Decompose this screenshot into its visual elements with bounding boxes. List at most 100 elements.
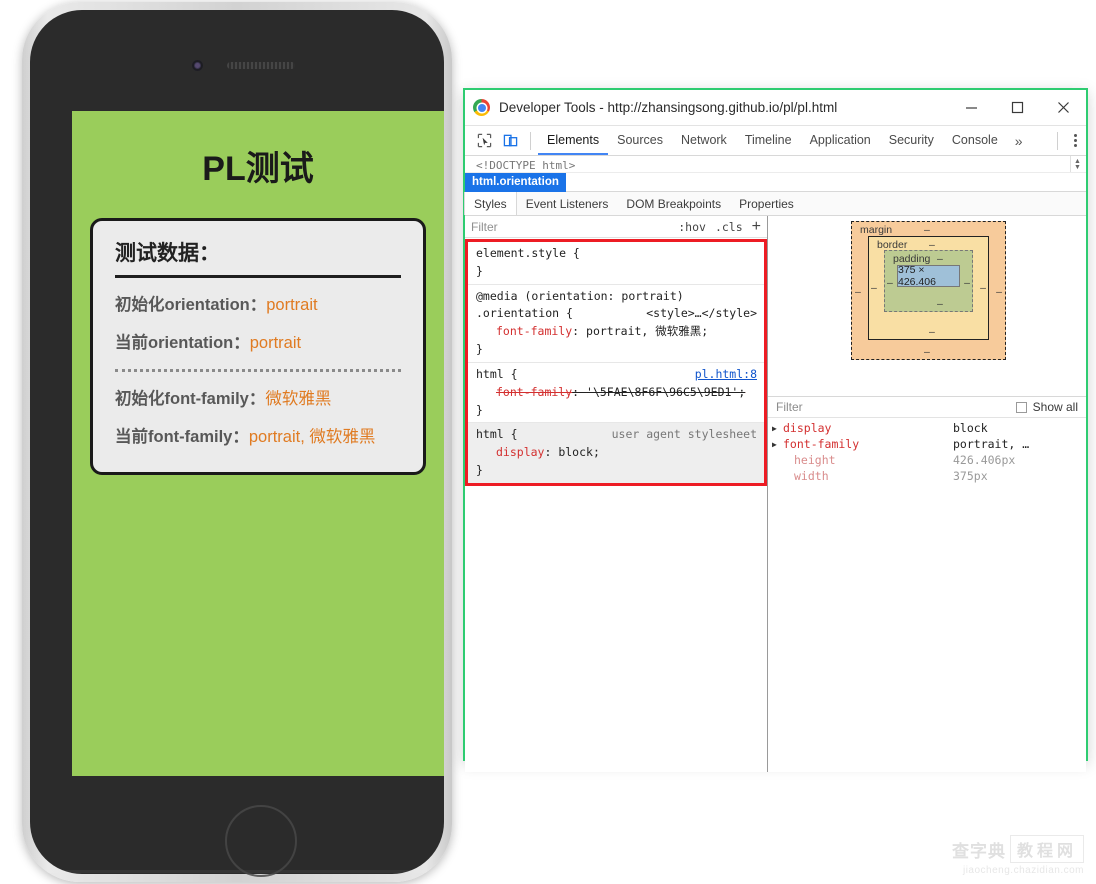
padding-top-value[interactable]: – — [937, 253, 943, 265]
computed-property-value: 426.406px — [953, 453, 1016, 467]
css-rule-orientation[interactable]: @media (orientation: portrait) .orientat… — [468, 285, 764, 363]
css-property-name: font-family — [496, 324, 573, 339]
devtools-toolbar: Elements Sources Network Timeline Applic… — [465, 126, 1086, 156]
maximize-button[interactable] — [994, 91, 1040, 125]
expand-triangle-icon[interactable]: ▶ — [772, 424, 783, 433]
computed-row-display[interactable]: ▶ display block — [768, 420, 1086, 436]
css-rule-html-author[interactable]: html { pl.html:8 font-family: '\5FAE\8F6… — [468, 363, 764, 424]
computed-properties-list: ▶ display block ▶ font-family portrait, … — [768, 420, 1086, 484]
margin-top-value[interactable]: – — [924, 224, 930, 236]
computed-property-value: portrait, … — [953, 437, 1030, 451]
card-heading: 测试数据： — [115, 242, 220, 265]
margin-left-value[interactable]: – — [855, 286, 861, 298]
more-tabs-chevron-icon[interactable]: » — [1007, 133, 1031, 149]
watermark-brand: 查字典 教程网 — [952, 835, 1084, 863]
new-style-rule-button[interactable]: + — [752, 218, 761, 234]
css-rule-element-style[interactable]: element.style { } — [468, 242, 764, 285]
margin-bottom-value[interactable]: – — [924, 346, 930, 358]
hov-toggle-button[interactable]: :hov — [678, 220, 706, 234]
css-closing-brace: } — [476, 402, 483, 417]
breadcrumb-item-html-orientation[interactable]: html.orientation — [465, 172, 566, 192]
border-bottom-value[interactable]: – — [929, 326, 935, 338]
dom-tree-strip[interactable]: <!DOCTYPE html> ▲ ▼ — [465, 156, 1086, 173]
computed-filter-input[interactable]: Filter — [776, 400, 803, 414]
data-row-value: portrait, 微软雅黑 — [248, 427, 376, 446]
tab-styles[interactable]: Styles — [464, 192, 517, 215]
box-model-diagram: margin – – – – border – – – – padding – … — [851, 221, 1006, 360]
computed-property-value: block — [953, 421, 988, 435]
css-rule-source-link[interactable]: pl.html:8 — [695, 366, 757, 384]
css-rule-source[interactable]: <style>…</style> — [646, 305, 757, 323]
computed-property-name: font-family — [783, 437, 860, 451]
padding-left-value[interactable]: – — [887, 277, 893, 289]
data-row-value: portrait — [249, 334, 302, 353]
data-row-value: portrait — [266, 296, 318, 314]
watermark-brand-right: 教程网 — [1009, 835, 1084, 863]
css-property-name: font-family — [496, 384, 573, 399]
computed-property-name: width — [794, 469, 829, 483]
tab-event-listeners[interactable]: Event Listeners — [517, 192, 618, 215]
margin-right-value[interactable]: – — [996, 286, 1002, 298]
padding-label: padding — [893, 253, 931, 265]
computed-row-font-family[interactable]: ▶ font-family portrait, … — [768, 436, 1086, 452]
tab-dom-breakpoints[interactable]: DOM Breakpoints — [617, 192, 730, 215]
css-rule-html-user-agent[interactable]: html { user agent stylesheet display: bl… — [468, 423, 764, 483]
watermark-brand-left: 查字典 — [951, 841, 1006, 861]
show-all-toggle[interactable]: Show all — [1015, 400, 1078, 414]
close-button[interactable] — [1040, 91, 1086, 125]
tab-console[interactable]: Console — [943, 126, 1007, 155]
computed-pane: margin – – – – border – – – – padding – … — [768, 216, 1086, 772]
padding-bottom-value[interactable]: – — [937, 298, 943, 310]
border-right-value[interactable]: – — [980, 282, 986, 294]
css-closing-brace: } — [476, 462, 483, 477]
styles-filter-input[interactable]: Filter — [471, 220, 669, 234]
minimize-button[interactable] — [948, 91, 994, 125]
watermark-url: jiaocheng.chazidian.com — [962, 865, 1084, 876]
box-model-content-size[interactable]: 375 × 426.406 — [897, 264, 960, 288]
data-row: 当前orientation：portrait — [115, 332, 401, 354]
inspect-element-icon[interactable] — [471, 129, 497, 153]
css-selector: .orientation { — [476, 306, 573, 321]
css-declaration[interactable]: font-family: portrait, 微软雅黑; — [476, 323, 757, 341]
tab-properties[interactable]: Properties — [730, 192, 803, 215]
data-row: 初始化font-family：微软雅黑 — [115, 388, 401, 410]
computed-row-height[interactable]: height 426.406px — [768, 452, 1086, 468]
data-row-label: 当前font-family： — [115, 427, 249, 446]
dotted-divider — [115, 368, 401, 372]
vertical-scroll-stepper-icon[interactable]: ▲ ▼ — [1070, 156, 1084, 172]
css-property-value: '\5FAE\8F6F\96C5\9ED1'; — [586, 384, 746, 399]
box-model-border[interactable]: border – – – – padding – – – – 375 × 426… — [868, 236, 989, 340]
window-title: Developer Tools - http://zhansingsong.gi… — [499, 100, 838, 115]
expand-triangle-icon[interactable]: ▶ — [772, 440, 783, 449]
css-declaration[interactable]: display: block; — [476, 444, 757, 462]
more-options-icon[interactable] — [1065, 132, 1086, 149]
data-row-value: 微软雅黑 — [265, 389, 332, 408]
devtools-titlebar: Developer Tools - http://zhansingsong.gi… — [465, 90, 1086, 126]
border-left-value[interactable]: – — [871, 282, 877, 294]
css-property-value: block; — [558, 445, 600, 460]
show-all-label: Show all — [1032, 400, 1078, 414]
computed-row-width[interactable]: width 375px — [768, 468, 1086, 484]
tab-timeline[interactable]: Timeline — [736, 126, 801, 155]
box-model-padding[interactable]: padding – – – – 375 × 426.406 — [884, 250, 973, 312]
tab-security[interactable]: Security — [880, 126, 943, 155]
home-button[interactable] — [225, 805, 297, 877]
css-rule-source: user agent stylesheet — [611, 427, 757, 442]
tab-sources[interactable]: Sources — [608, 126, 672, 155]
box-model-margin[interactable]: margin – – – – border – – – – padding – … — [851, 221, 1006, 360]
cls-toggle-button[interactable]: .cls — [715, 220, 743, 234]
data-row: 初始化orientation：portrait — [115, 294, 401, 316]
doctype-line: <!DOCTYPE html> — [476, 159, 576, 172]
css-selector: element.style { — [476, 246, 580, 260]
show-all-checkbox[interactable] — [1015, 401, 1027, 413]
css-declaration-overridden[interactable]: font-family: '\5FAE\8F6F\96C5\9ED1'; — [476, 384, 757, 402]
data-row-label: 初始化font-family： — [115, 389, 266, 408]
padding-right-value[interactable]: – — [964, 277, 970, 289]
styles-pane: Filter :hov .cls + element.style { } @me… — [465, 216, 768, 772]
device-toolbar-icon[interactable] — [497, 129, 523, 153]
toolbar-divider — [530, 131, 531, 150]
devtools-window: Developer Tools - http://zhansingsong.gi… — [463, 88, 1088, 772]
tab-application[interactable]: Application — [801, 126, 880, 155]
tab-elements[interactable]: Elements — [538, 126, 609, 155]
tab-network[interactable]: Network — [672, 126, 736, 155]
